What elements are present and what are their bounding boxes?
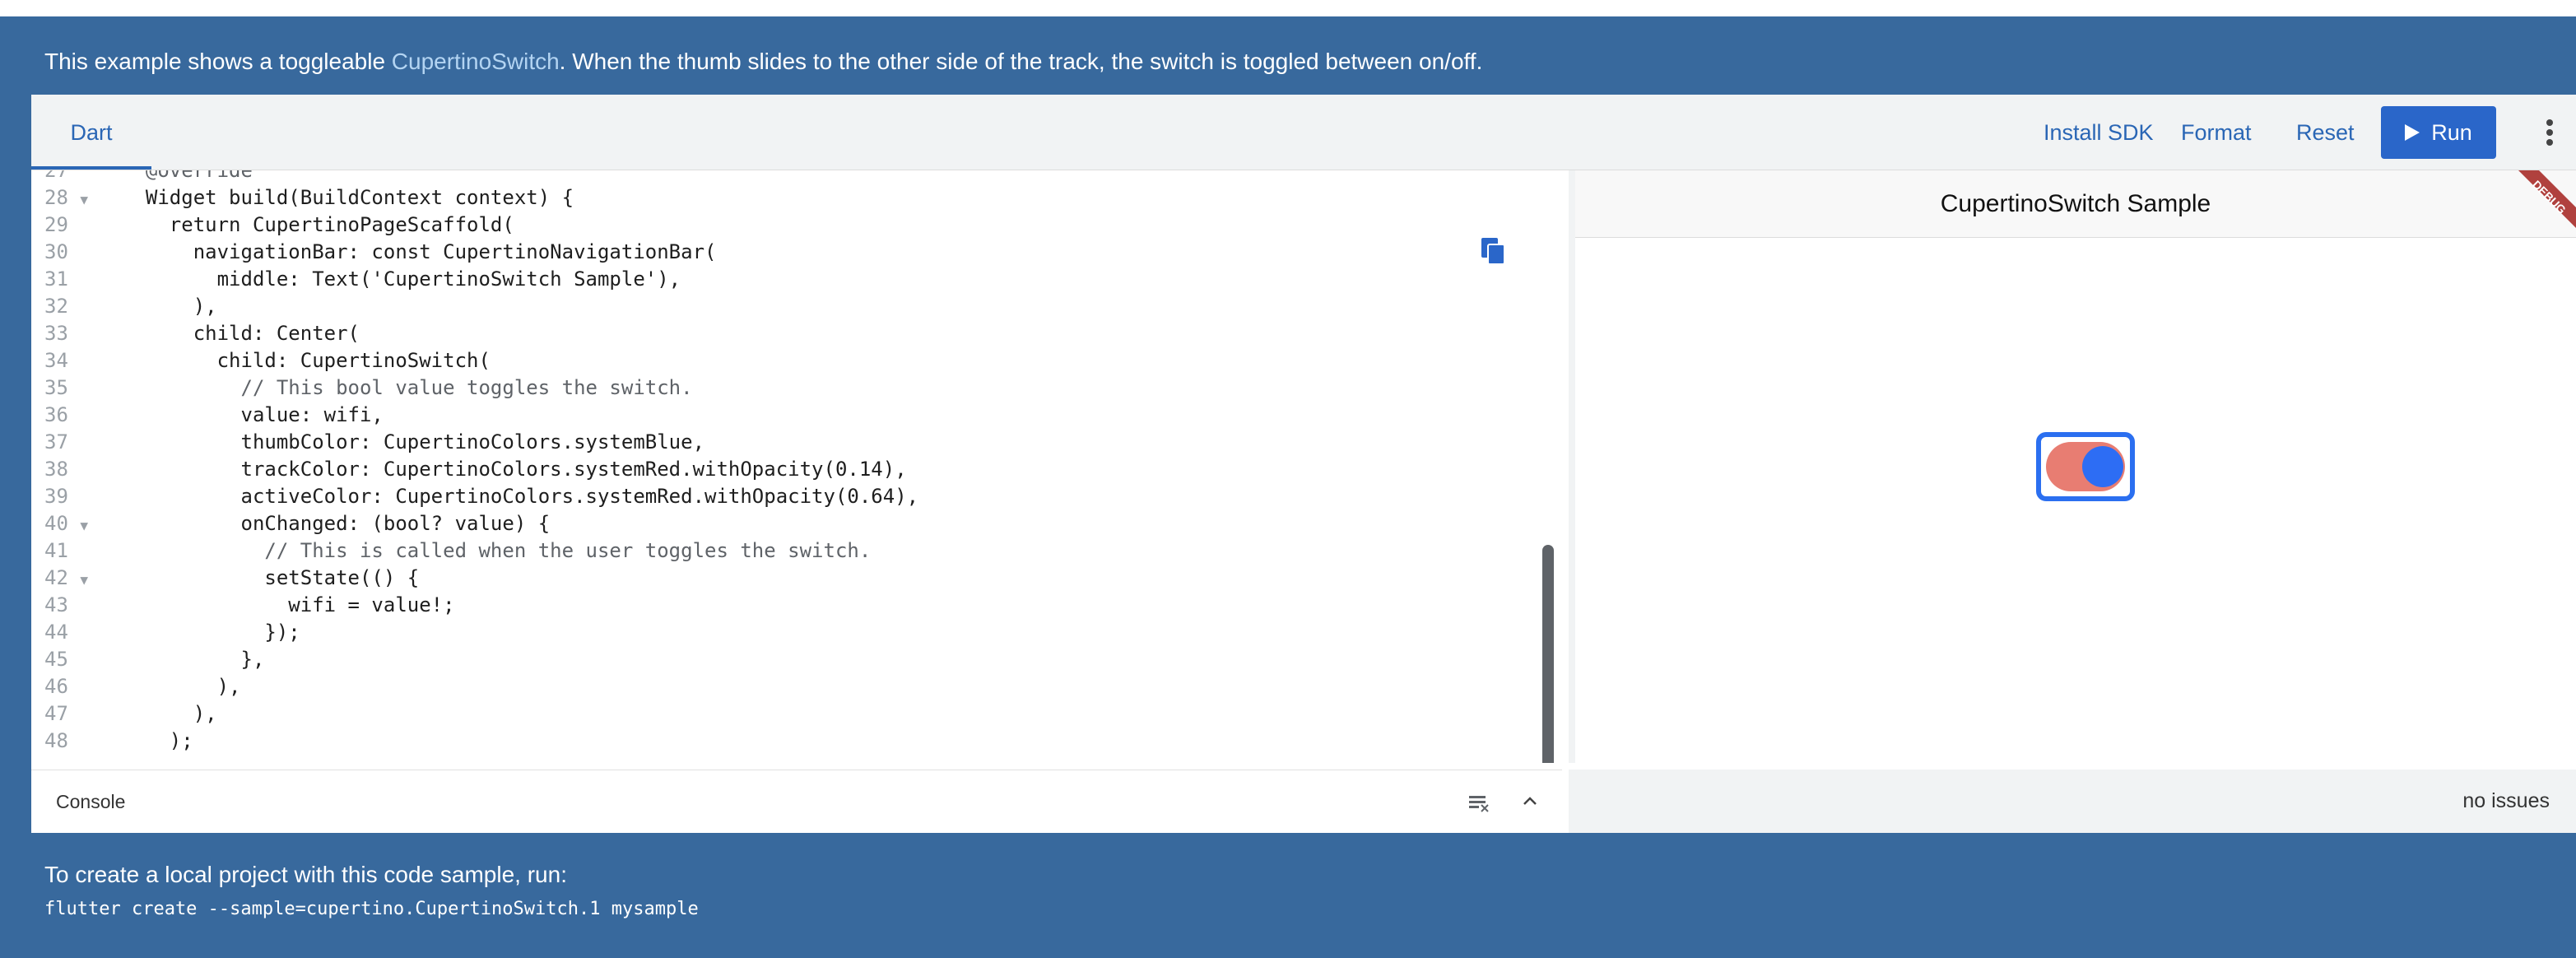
intro-before: This example shows a toggleable <box>44 49 392 74</box>
line-number: 32 <box>44 295 68 318</box>
cupertino-switch-track[interactable] <box>2046 442 2125 491</box>
line-number: 39 <box>44 485 68 508</box>
clear-console-icon[interactable] <box>1467 790 1491 815</box>
code-line: activeColor: CupertinoColors.systemRed.w… <box>122 485 919 508</box>
intro-after: . When the thumb slides to the other sid… <box>559 49 1483 74</box>
code-line: return CupertinoPageScaffold( <box>122 213 514 236</box>
line-number: 46 <box>44 675 68 698</box>
code-line: }, <box>122 648 265 671</box>
preview-title: CupertinoSwitch Sample <box>1940 189 2211 217</box>
code-line: ), <box>122 295 217 318</box>
line-number: 43 <box>44 593 68 616</box>
code-line: @override <box>122 170 253 182</box>
code-line: ), <box>122 675 241 698</box>
code-line: child: Center( <box>122 322 360 345</box>
code-lines[interactable]: @override Widget build(BuildContext cont… <box>122 170 918 755</box>
fold-arrow-icon[interactable]: ▼ <box>80 572 88 588</box>
chevron-up-icon[interactable] <box>1518 788 1542 813</box>
code-line: wifi = value!; <box>122 593 455 616</box>
editor-scrollbar[interactable] <box>1542 545 1554 763</box>
fold-arrow-icon[interactable]: ▼ <box>80 518 88 533</box>
line-number: 37 <box>44 430 68 453</box>
toolbar: Dart Install SDK Format Reset Run <box>31 95 2576 170</box>
tab-dart[interactable]: Dart <box>31 95 151 170</box>
copy-icon[interactable] <box>1480 236 1508 266</box>
play-icon <box>2405 124 2420 141</box>
line-number: 30 <box>44 240 68 263</box>
fold-arrow-icon[interactable]: ▼ <box>80 192 88 207</box>
line-number: 33 <box>44 322 68 345</box>
line-number: 38 <box>44 458 68 481</box>
cupertino-switch-link[interactable]: CupertinoSwitch <box>392 49 560 74</box>
app-preview: CupertinoSwitch Sample DEBUG <box>1569 170 2576 763</box>
code-editor[interactable]: 27 28 ▼ 29 30 31 32 33 34 35 36 37 38 39… <box>31 170 1562 763</box>
console-bar: Console <box>31 770 1562 833</box>
preview-navigation-bar: CupertinoSwitch Sample <box>1575 170 2576 238</box>
code-line: Widget build(BuildContext context) { <box>122 186 574 209</box>
code-line: // This bool value toggles the switch. <box>122 376 693 399</box>
top-strip <box>0 0 2576 16</box>
code-line: // This is called when the user toggles … <box>122 539 872 562</box>
code-line: value: wifi, <box>122 403 384 426</box>
console-label[interactable]: Console <box>56 770 125 834</box>
code-line: middle: Text('CupertinoSwitch Sample'), <box>122 267 681 291</box>
code-line: thumbColor: CupertinoColors.systemBlue, <box>122 430 705 453</box>
debug-banner: DEBUG <box>2494 170 2576 253</box>
issues-bar: no issues <box>1569 770 2576 833</box>
code-line: navigationBar: const CupertinoNavigation… <box>122 240 717 263</box>
code-line: }); <box>122 621 300 644</box>
line-number: 40 ▼ <box>44 512 88 535</box>
footer-title: To create a local project with this code… <box>44 862 567 887</box>
line-number: 45 <box>44 648 68 671</box>
run-button[interactable]: Run <box>2381 106 2496 159</box>
line-number: 28 ▼ <box>44 186 88 209</box>
line-number: 27 <box>44 170 68 182</box>
line-number-gutter: 27 28 ▼ 29 30 31 32 33 34 35 36 37 38 39… <box>31 170 114 755</box>
line-number: 35 <box>44 376 68 399</box>
reset-button[interactable]: Reset <box>2296 113 2355 152</box>
code-line: trackColor: CupertinoColors.systemRed.wi… <box>122 458 907 481</box>
line-number: 48 <box>44 729 68 752</box>
line-number: 41 <box>44 539 68 562</box>
code-line: setState(() { <box>122 566 420 589</box>
code-line: onChanged: (bool? value) { <box>122 512 551 535</box>
cupertino-switch-focus-ring[interactable] <box>2036 432 2135 501</box>
cupertino-switch-thumb[interactable] <box>2082 446 2123 487</box>
line-number: 31 <box>44 267 68 291</box>
code-line: child: CupertinoSwitch( <box>122 349 491 372</box>
code-line: ); <box>122 729 193 752</box>
intro-text: This example shows a toggleable Cupertin… <box>44 48 1482 76</box>
run-button-label: Run <box>2431 119 2472 145</box>
dartpad-panel: Dart Install SDK Format Reset Run 27 28 … <box>31 95 2576 833</box>
footer-command: flutter create --sample=cupertino.Cupert… <box>44 899 699 919</box>
more-vert-icon[interactable] <box>2533 109 2566 156</box>
code-line: ), <box>122 702 217 725</box>
line-number: 47 <box>44 702 68 725</box>
issues-status: no issues <box>2462 789 2550 812</box>
line-number: 29 <box>44 213 68 236</box>
line-number: 36 <box>44 403 68 426</box>
install-sdk-button[interactable]: Install SDK <box>2044 113 2154 152</box>
format-button[interactable]: Format <box>2181 113 2252 152</box>
line-number: 44 <box>44 621 68 644</box>
tab-dart-underline <box>31 166 151 170</box>
line-number: 42 ▼ <box>44 566 88 589</box>
line-number: 34 <box>44 349 68 372</box>
